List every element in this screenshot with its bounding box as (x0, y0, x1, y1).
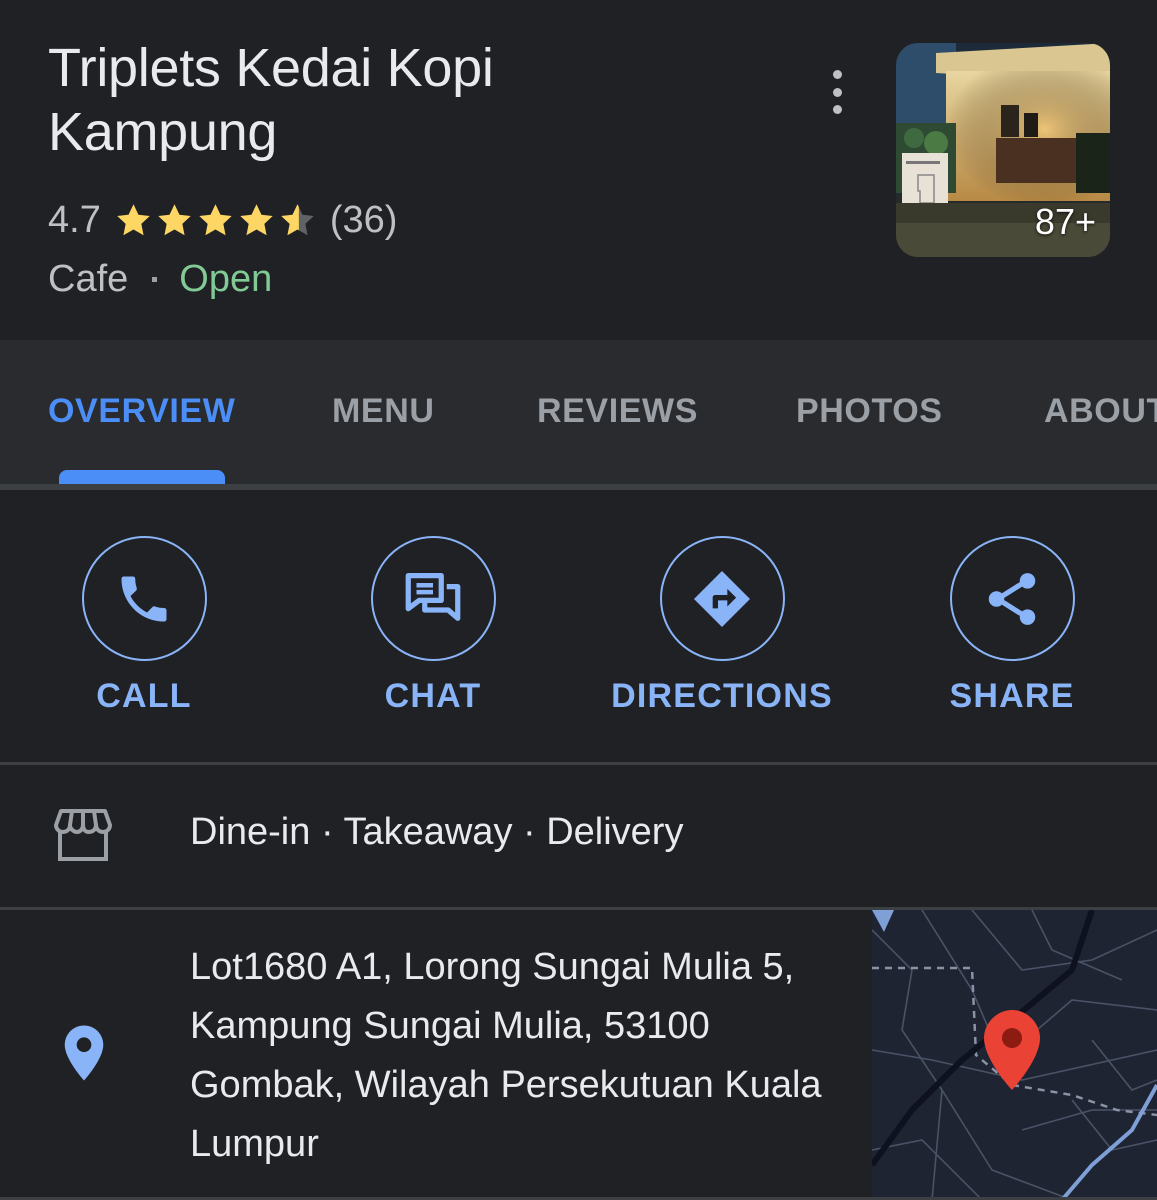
rating-value: 4.7 (48, 198, 101, 241)
phone-icon (121, 576, 167, 621)
address-text: Lot1680 A1, Lorong Sungai Mulia 5, Kampu… (190, 946, 822, 1165)
half-star-icon (281, 203, 314, 235)
service-options-text: Dine-in · Takeaway · Delivery (190, 811, 684, 853)
address-row[interactable]: Lot1680 A1, Lorong Sungai Mulia 5, Kampu… (0, 910, 1157, 1200)
rating-row[interactable]: 4.7 (36) (48, 196, 397, 244)
tab-bar: OVERVIEW MENU REVIEWS PHOTOS ABOUT (0, 340, 1157, 490)
place-header: Triplets Kedai Kopi Kampung 4.7 (36) Caf… (0, 0, 1157, 340)
share-button-circle[interactable] (949, 536, 1075, 661)
more-options-icon[interactable] (822, 70, 852, 114)
tab-reviews[interactable]: REVIEWS (537, 392, 698, 431)
call-label: CALL (96, 677, 192, 715)
category-status-row: Cafe Open (48, 254, 272, 304)
star-icon (240, 203, 273, 235)
call-button-circle[interactable] (81, 536, 207, 661)
chat-icon (405, 572, 461, 621)
map-image (872, 910, 1157, 1200)
star-icon (117, 203, 150, 235)
separator-dot (152, 276, 158, 282)
star-rating (113, 200, 318, 241)
tab-photos[interactable]: PHOTOS (796, 392, 943, 431)
place-title: Triplets Kedai Kopi Kampung (48, 38, 494, 162)
star-icon (158, 203, 191, 235)
active-tab-indicator (59, 470, 225, 484)
tab-menu[interactable]: MENU (332, 392, 435, 431)
star-icon (199, 203, 232, 235)
call-button[interactable]: CALL (0, 536, 294, 716)
service-options-row[interactable]: Dine-in · Takeaway · Delivery (0, 765, 1157, 907)
tab-about[interactable]: ABOUT (1044, 392, 1157, 431)
share-label: SHARE (949, 677, 1075, 715)
location-pin-icon (64, 1025, 104, 1081)
storefront-icon (54, 809, 112, 861)
directions-button-circle[interactable] (659, 536, 785, 661)
place-category: Cafe (48, 257, 129, 300)
share-button[interactable]: SHARE (862, 536, 1157, 716)
tab-overview[interactable]: OVERVIEW (48, 392, 235, 431)
review-count[interactable]: (36) (330, 199, 398, 242)
chat-label: CHAT (384, 677, 482, 715)
chat-button-circle[interactable] (370, 536, 496, 661)
quick-actions: CALL CHAT DIRECTIONS SHARE (0, 490, 1157, 762)
directions-button[interactable]: DIRECTIONS (572, 536, 872, 716)
share-icon (988, 572, 1036, 625)
directions-label: DIRECTIONS (611, 677, 833, 715)
map-thumbnail[interactable] (872, 910, 1157, 1200)
chat-button[interactable]: CHAT (283, 536, 583, 716)
open-status[interactable]: Open (179, 258, 272, 301)
directions-icon (694, 570, 750, 627)
photo-count: 87+ (1034, 201, 1096, 242)
place-photo-thumbnail[interactable]: 87+ (896, 43, 1110, 257)
